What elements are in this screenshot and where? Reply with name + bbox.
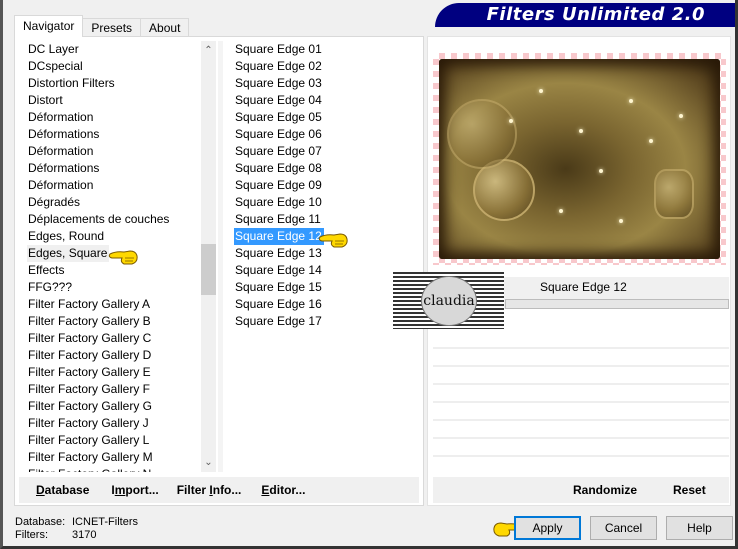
navigator-panel: DC Layer DCspecial Distortion Filters Disto… xyxy=(14,36,424,506)
scroll-up-arrow-icon[interactable]: ⌃ xyxy=(201,43,216,58)
filter-list-item[interactable]: Square Edge 03 xyxy=(234,76,322,90)
category-list-item[interactable]: Filter Factory Gallery C xyxy=(27,331,151,345)
category-list-item[interactable]: Filter Factory Gallery B xyxy=(27,314,151,328)
filter-list-item[interactable]: Square Edge 08 xyxy=(234,161,322,175)
filter-list-item[interactable]: Square Edge 11 xyxy=(234,212,321,226)
preview-panel: Square Edge 12 Randomize Reset xyxy=(427,36,731,506)
window-title: Filters Unlimited 2.0 xyxy=(486,4,705,25)
category-list-item[interactable]: Déplacements de couches xyxy=(27,212,169,226)
filter-list-item[interactable]: Square Edge 12 xyxy=(234,228,324,245)
filter-list-item[interactable]: Square Edge 13 xyxy=(234,246,322,260)
import-button[interactable]: Import... xyxy=(111,483,158,497)
parameter-area xyxy=(433,347,729,473)
list-divider xyxy=(218,41,223,472)
filter-info-button[interactable]: Filter Info... xyxy=(177,483,242,497)
category-list-item[interactable]: Filter Factory Gallery N xyxy=(27,467,151,472)
preview-image xyxy=(433,53,726,265)
category-list-item[interactable]: Edges, Round xyxy=(27,229,104,243)
filter-list-item[interactable]: Square Edge 01 xyxy=(234,42,322,56)
category-list-item[interactable]: Dégradés xyxy=(27,195,80,209)
filter-list-item[interactable]: Square Edge 15 xyxy=(234,280,322,294)
watermark-text: claudia xyxy=(423,293,475,309)
filter-list-item[interactable]: Square Edge 04 xyxy=(234,93,322,107)
progress-bar xyxy=(505,299,729,309)
category-list-item[interactable]: Distortion Filters xyxy=(27,76,115,90)
filter-list-item[interactable]: Square Edge 17 xyxy=(234,314,322,328)
category-list-item[interactable]: FFG??? xyxy=(27,280,72,294)
reset-button[interactable]: Reset xyxy=(673,483,706,497)
database-label: Database: xyxy=(15,516,66,528)
category-list-item[interactable]: DCspecial xyxy=(27,59,83,73)
category-list-item[interactable]: Filter Factory Gallery F xyxy=(27,382,150,396)
filter-list-item[interactable]: Square Edge 06 xyxy=(234,127,322,141)
help-button[interactable]: Help xyxy=(666,516,733,540)
tab-about[interactable]: About xyxy=(140,18,190,37)
status-area: Database: ICNET-Filters Filters: 3170 xyxy=(15,516,138,542)
tab-bar: Navigator Presets About xyxy=(14,15,190,37)
category-list-item[interactable]: Edges, Square xyxy=(27,245,110,262)
selected-filter-name: Square Edge 12 xyxy=(540,280,627,294)
navigator-button-bar: Database Import... Filter Info... Editor… xyxy=(19,477,419,503)
category-list-item[interactable]: Déformations xyxy=(27,127,99,141)
category-list-item[interactable]: Déformation xyxy=(27,178,93,192)
filters-count-label: Filters: xyxy=(15,529,48,541)
category-list-item[interactable]: Filter Factory Gallery J xyxy=(27,416,149,430)
category-list-item[interactable]: Déformation xyxy=(27,110,93,124)
cancel-button[interactable]: Cancel xyxy=(590,516,657,540)
filter-list-item[interactable]: Square Edge 10 xyxy=(234,195,322,209)
category-list-item[interactable]: Filter Factory Gallery A xyxy=(27,297,150,311)
preview-button-bar: Randomize Reset xyxy=(433,477,729,503)
category-list-item[interactable]: Filter Factory Gallery G xyxy=(27,399,152,413)
filters-count-value: 3170 xyxy=(72,529,97,541)
category-list-item[interactable]: Filter Factory Gallery M xyxy=(27,450,153,464)
editor-button[interactable]: Editor... xyxy=(261,483,305,497)
tab-presets[interactable]: Presets xyxy=(82,18,142,37)
scroll-thumb[interactable] xyxy=(201,244,216,295)
preview-photo xyxy=(439,59,720,259)
scroll-down-arrow-icon[interactable]: ⌄ xyxy=(201,455,216,470)
category-list-item[interactable]: Distort xyxy=(27,93,63,107)
filter-list-item[interactable]: Square Edge 09 xyxy=(234,178,322,192)
category-scrollbar[interactable]: ⌃ ⌄ xyxy=(201,41,216,472)
category-list-item[interactable]: Filter Factory Gallery E xyxy=(27,365,151,379)
category-list-item[interactable]: Filter Factory Gallery D xyxy=(27,348,151,362)
filter-list-item[interactable]: Square Edge 07 xyxy=(234,144,322,158)
pointing-hand-icon xyxy=(108,250,138,265)
category-list-item[interactable]: Déformation xyxy=(27,144,93,158)
pointing-hand-icon xyxy=(318,233,348,248)
category-list-item[interactable]: Effects xyxy=(27,263,64,277)
filter-list-item[interactable]: Square Edge 05 xyxy=(234,110,322,124)
watermark-logo: claudia xyxy=(393,272,504,329)
randomize-button[interactable]: Randomize xyxy=(573,483,637,497)
apply-button[interactable]: Apply xyxy=(514,516,581,540)
category-list-item[interactable]: DC Layer xyxy=(27,42,79,56)
tab-navigator[interactable]: Navigator xyxy=(14,15,84,37)
filter-list-item[interactable]: Square Edge 02 xyxy=(234,59,322,73)
category-list-item[interactable]: Déformations xyxy=(27,161,99,175)
filter-list[interactable]: Square Edge 01 Square Edge 02 Square Edge … xyxy=(234,41,414,341)
database-value: ICNET-Filters xyxy=(72,516,138,528)
title-banner: Filters Unlimited 2.0 xyxy=(435,3,735,27)
category-list-item[interactable]: Filter Factory Gallery L xyxy=(27,433,149,447)
filter-list-item[interactable]: Square Edge 14 xyxy=(234,263,322,277)
database-button[interactable]: Database xyxy=(36,483,89,497)
filters-unlimited-window: Filters Unlimited 2.0 Navigator Presets … xyxy=(0,0,738,549)
filter-list-item[interactable]: Square Edge 16 xyxy=(234,297,322,311)
